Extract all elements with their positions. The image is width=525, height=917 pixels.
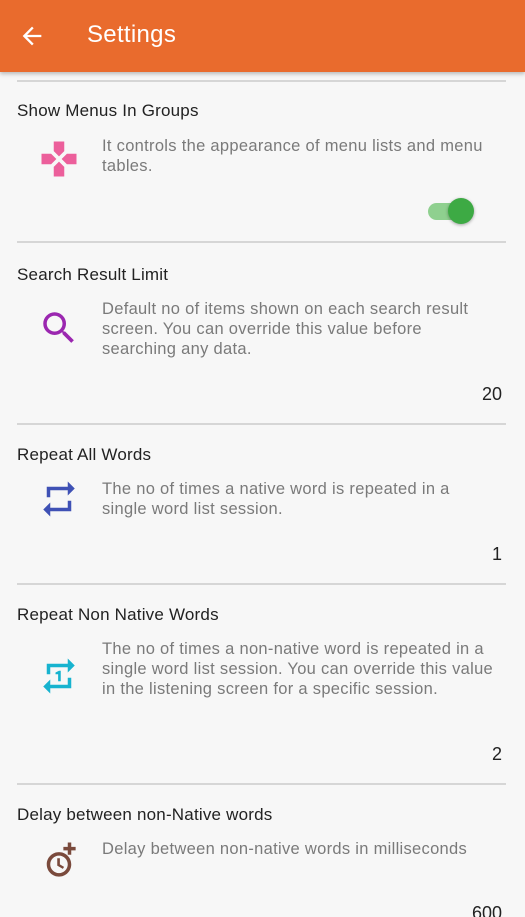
setting-description: Delay between non-native words in millis… xyxy=(102,840,468,858)
arrow-left-icon xyxy=(22,26,42,46)
setting-description: The no of times a non-native word is rep… xyxy=(102,640,494,698)
delay-between-non-native-words-value[interactable]: 600 xyxy=(472,903,502,917)
search-icon xyxy=(43,312,74,343)
repeat-all-words-value[interactable]: 1 xyxy=(492,544,502,565)
gamepad-icon xyxy=(41,141,77,177)
page-title: Settings xyxy=(87,21,177,48)
repeat-one-icon xyxy=(43,658,75,694)
toggle-thumb xyxy=(448,198,474,224)
divider xyxy=(17,423,506,425)
setting-title: Delay between non-Native words xyxy=(17,805,273,824)
app-bar: Settings xyxy=(0,0,525,72)
repeat-icon xyxy=(43,481,75,517)
search-result-limit-value[interactable]: 20 xyxy=(482,384,502,405)
setting-title: Repeat Non Native Words xyxy=(17,605,219,624)
setting-title: Show Menus In Groups xyxy=(17,101,199,120)
settings-list: Show Menus In Groups It controls the app… xyxy=(0,72,525,917)
setting-description: Default no of items shown on each search… xyxy=(102,300,469,358)
divider xyxy=(17,783,506,785)
show-menus-toggle[interactable] xyxy=(428,197,474,225)
divider xyxy=(17,241,506,243)
back-button[interactable] xyxy=(18,22,46,50)
alarm-add-icon xyxy=(46,842,76,877)
setting-title: Repeat All Words xyxy=(17,445,152,464)
divider xyxy=(17,583,506,585)
setting-description: It controls the appearance of menu lists… xyxy=(102,137,483,175)
divider xyxy=(17,80,506,82)
repeat-non-native-words-value[interactable]: 2 xyxy=(492,744,502,765)
setting-title: Search Result Limit xyxy=(17,265,169,284)
setting-description: The no of times a native word is repeate… xyxy=(102,480,450,518)
